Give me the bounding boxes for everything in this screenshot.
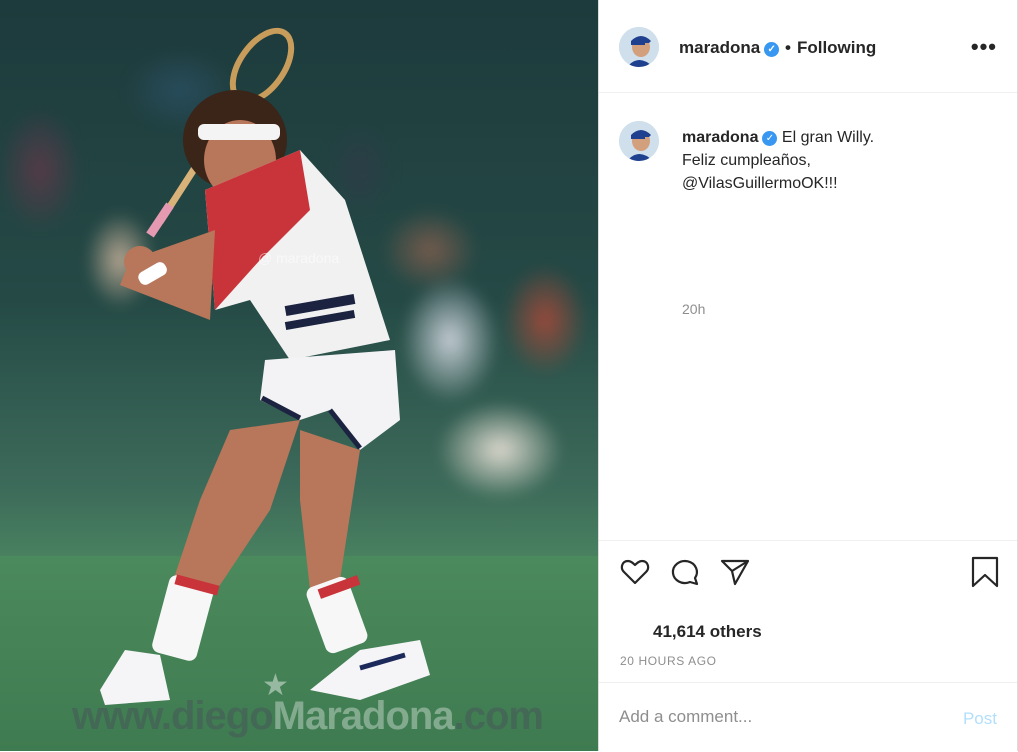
bookmark-icon[interactable] (969, 556, 1001, 588)
profile-avatar[interactable] (619, 27, 659, 67)
image-watermark-small: @ maradona (258, 250, 340, 266)
header-username-text[interactable]: maradona (679, 38, 760, 57)
post-timestamp[interactable]: 20 HOURS AGO (620, 654, 717, 668)
caption-text: maradona ✓ El gran Willy. Feliz cumpleaño… (682, 126, 982, 195)
verified-badge-icon: ✓ (764, 42, 780, 57)
likes-count[interactable]: 41,614 others (653, 622, 762, 642)
comment-bar: Post (599, 682, 1017, 752)
post-sidebar: maradona ✓ • Following ••• maradona ✓ El gr… (598, 0, 1018, 751)
header-separator: • (785, 38, 791, 57)
heart-icon[interactable] (619, 556, 651, 588)
more-options-icon[interactable]: ••• (971, 34, 997, 60)
instagram-post: @ maradona ★ www.diegoMaradona.com marad… (0, 0, 1018, 751)
caption-username[interactable]: maradona (682, 129, 758, 146)
caption-verified-badge-icon: ✓ (762, 131, 778, 146)
watermark-part-1: www.diego (72, 694, 274, 738)
post-header: maradona ✓ • Following ••• (599, 0, 1017, 93)
comment-input[interactable] (619, 707, 939, 727)
post-comment-button[interactable]: Post (963, 709, 997, 729)
paper-plane-icon[interactable] (719, 556, 751, 588)
header-username[interactable]: maradona ✓ (679, 38, 780, 58)
post-image[interactable]: @ maradona ★ www.diegoMaradona.com (0, 0, 598, 751)
caption-avatar[interactable] (619, 121, 659, 161)
watermark-part-3: .com (453, 694, 544, 738)
caption-mention[interactable]: @VilasGuillermoOK!!! (682, 175, 838, 192)
following-button[interactable]: Following (797, 38, 876, 57)
tennis-player-illustration (100, 27, 430, 705)
caption-line-1: El gran Willy. (781, 129, 875, 146)
post-caption: maradona ✓ El gran Willy. Feliz cumpleaño… (599, 93, 1017, 541)
watermark-part-2: Maradona (272, 694, 455, 738)
comment-icon[interactable] (669, 556, 701, 588)
image-watermark-large: www.diegoMaradona.com (72, 694, 544, 739)
caption-line-2: Feliz cumpleaños, (682, 152, 811, 169)
follow-status[interactable]: • Following (785, 38, 876, 58)
action-bar (599, 540, 1017, 601)
caption-timestamp[interactable]: 20h (682, 301, 705, 317)
